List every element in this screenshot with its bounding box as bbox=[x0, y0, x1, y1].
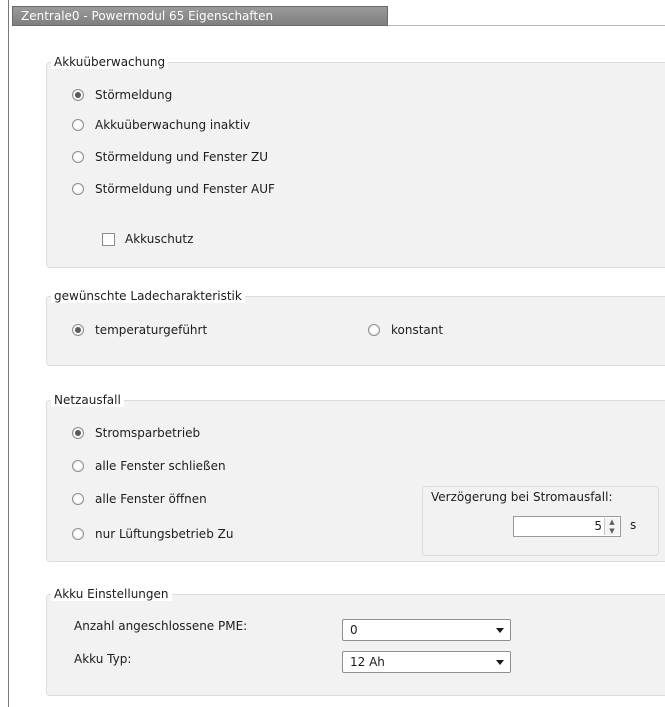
group-akku-einstellungen: Akku Einstellungen Anzahl angeschlossene… bbox=[46, 587, 665, 696]
title-divider bbox=[388, 25, 665, 26]
group-title-ladecharakteristik: gewünschte Ladecharakteristik bbox=[51, 289, 245, 303]
group-verzoegerung: Verzögerung bei Stromausfall: 5 ▲ ▼ s bbox=[422, 486, 659, 556]
delay-value: 5 bbox=[594, 519, 602, 533]
group-ladecharakteristik: gewünschte Ladecharakteristik temperatur… bbox=[46, 289, 665, 366]
pme-select-value: 0 bbox=[350, 623, 358, 637]
radio-button[interactable] bbox=[368, 324, 380, 336]
dropdown-arrow-icon bbox=[496, 660, 504, 665]
group-title-netzausfall: Netzausfall bbox=[51, 393, 124, 407]
dropdown-arrow-icon bbox=[496, 628, 504, 633]
radio-button[interactable] bbox=[72, 151, 84, 163]
radio-label: Störmeldung und Fenster AUF bbox=[95, 182, 275, 196]
spin-buttons: ▲ ▼ bbox=[604, 518, 619, 535]
radio-button[interactable] bbox=[72, 493, 84, 505]
delay-title: Verzögerung bei Stromausfall: bbox=[431, 490, 613, 504]
pme-select[interactable]: 0 bbox=[342, 619, 511, 641]
radio-stromsparbetrieb[interactable]: Stromsparbetrieb bbox=[72, 425, 200, 441]
pme-label: Anzahl angeschlossene PME: bbox=[74, 619, 248, 633]
delay-unit: s bbox=[630, 518, 637, 532]
radio-label: Störmeldung bbox=[95, 88, 173, 102]
group-netzausfall: Netzausfall Stromsparbetrieb alle Fenste… bbox=[46, 393, 665, 562]
radio-label: alle Fenster schließen bbox=[95, 459, 226, 473]
radio-label: alle Fenster öffnen bbox=[95, 492, 207, 506]
akku-typ-label: Akku Typ: bbox=[74, 652, 132, 666]
radio-nur-lueftungsbetrieb-zu[interactable]: nur Lüftungsbetrieb Zu bbox=[72, 526, 233, 542]
radio-label: Akkuüberwachung inaktiv bbox=[95, 118, 251, 132]
radio-alle-fenster-schliessen[interactable]: alle Fenster schließen bbox=[72, 458, 226, 474]
checkbox-box[interactable] bbox=[102, 232, 115, 246]
radio-button[interactable] bbox=[72, 119, 84, 131]
radio-label: nur Lüftungsbetrieb Zu bbox=[95, 527, 234, 541]
akku-typ-select-value: 12 Ah bbox=[350, 655, 385, 669]
delay-spinbox[interactable]: 5 ▲ ▼ bbox=[513, 516, 621, 537]
radio-label: konstant bbox=[391, 323, 444, 337]
radio-button[interactable] bbox=[72, 183, 84, 195]
radio-button[interactable] bbox=[72, 528, 84, 540]
radio-label: temperaturgeführt bbox=[95, 323, 208, 337]
akku-typ-select[interactable]: 12 Ah bbox=[342, 651, 511, 673]
window-title-tab: Zentrale0 - Powermodul 65 Eigenschaften bbox=[12, 6, 388, 26]
radio-stoermeldung[interactable]: Störmeldung bbox=[72, 87, 172, 103]
radio-button[interactable] bbox=[72, 460, 84, 472]
radio-button-checked[interactable] bbox=[72, 427, 84, 439]
group-akku-ueberwachung: Akkuüberwachung Störmeldung Akkuüberwach… bbox=[46, 55, 665, 268]
radio-konstant[interactable]: konstant bbox=[368, 322, 443, 338]
radio-akku-inaktiv[interactable]: Akkuüberwachung inaktiv bbox=[72, 117, 250, 133]
radio-alle-fenster-oeffnen[interactable]: alle Fenster öffnen bbox=[72, 491, 207, 507]
spin-down-icon[interactable]: ▼ bbox=[605, 526, 619, 535]
checkbox-label: Akkuschutz bbox=[125, 232, 194, 246]
radio-label: Störmeldung und Fenster ZU bbox=[95, 150, 269, 164]
group-title-akku-einstellungen: Akku Einstellungen bbox=[51, 587, 172, 601]
radio-stoermeldung-fenster-zu[interactable]: Störmeldung und Fenster ZU bbox=[72, 149, 268, 165]
radio-temperaturgefuehrt[interactable]: temperaturgeführt bbox=[72, 322, 207, 338]
radio-button-checked[interactable] bbox=[72, 89, 84, 101]
checkbox-akkuschutz[interactable]: Akkuschutz bbox=[102, 231, 193, 247]
radio-button-checked[interactable] bbox=[72, 324, 84, 336]
radio-stoermeldung-fenster-auf[interactable]: Störmeldung und Fenster AUF bbox=[72, 181, 275, 197]
radio-label: Stromsparbetrieb bbox=[95, 426, 201, 440]
group-title-akku-ueberwachung: Akkuüberwachung bbox=[51, 55, 169, 69]
spin-up-icon[interactable]: ▲ bbox=[605, 518, 619, 527]
